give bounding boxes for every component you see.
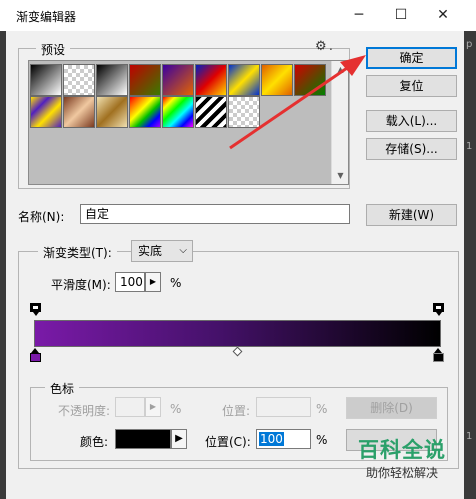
smoothness-unit: % bbox=[170, 276, 182, 290]
name-input[interactable]: 自定 bbox=[80, 204, 350, 224]
gradient-type-label: 渐变类型(T): bbox=[38, 244, 117, 261]
scroll-up-icon[interactable]: ▲ bbox=[332, 61, 349, 78]
gradient-preset-swatch[interactable] bbox=[96, 96, 128, 128]
save-button[interactable]: 存储(S)... bbox=[366, 138, 457, 160]
background-app-right: p 1 1 bbox=[464, 31, 476, 499]
gradient-preset-swatch[interactable] bbox=[195, 96, 227, 128]
color-menu-arrow-icon[interactable]: ▶ bbox=[171, 429, 187, 449]
opacity-stop-right[interactable] bbox=[433, 303, 444, 316]
smoothness-label: 平滑度(M): bbox=[51, 278, 111, 292]
delete-opacity-stop-button: 删除(D) bbox=[346, 397, 437, 419]
chevron-down-icon: ⌵ bbox=[179, 245, 187, 256]
opacity-position-label: 位置: bbox=[222, 404, 251, 418]
gradient-preset-swatch[interactable] bbox=[30, 64, 62, 96]
load-button[interactable]: 载入(L)... bbox=[366, 110, 457, 132]
color-stops-legend: 色标 bbox=[45, 380, 80, 397]
reset-button[interactable]: 复位 bbox=[366, 75, 457, 97]
gradient-bar[interactable] bbox=[34, 320, 441, 347]
color-position-label: 位置(C): bbox=[205, 435, 251, 449]
minimize-button[interactable]: ─ bbox=[336, 0, 382, 31]
presets-scrollbar[interactable]: ▲ ▼ bbox=[331, 61, 348, 184]
title-bar: 渐变编辑器 ─ ☐ ✕ bbox=[0, 0, 476, 31]
gradient-preset-swatch[interactable] bbox=[129, 96, 161, 128]
gradient-type-value: 实底 bbox=[138, 244, 163, 258]
gear-icon[interactable]: ⚙ bbox=[315, 39, 327, 54]
watermark-subtitle: 助你轻松解决 bbox=[365, 466, 438, 480]
window-title: 渐变编辑器 bbox=[16, 10, 77, 24]
opacity-position-unit: % bbox=[316, 402, 328, 416]
gradient-preset-swatch[interactable] bbox=[162, 96, 194, 128]
opacity-stepper: ▶ bbox=[145, 397, 161, 417]
gradient-preset-swatch[interactable] bbox=[294, 64, 326, 96]
gradient-type-select[interactable]: 实底 ⌵ bbox=[131, 240, 193, 262]
color-position-value: 100 bbox=[259, 432, 284, 446]
gradient-preset-swatch[interactable] bbox=[129, 64, 161, 96]
opacity-label: 不透明度: bbox=[58, 404, 111, 418]
opacity-position-input bbox=[256, 397, 311, 417]
name-label: 名称(N): bbox=[18, 210, 65, 224]
background-app-left bbox=[0, 31, 6, 499]
gradient-preset-swatch[interactable] bbox=[228, 96, 260, 128]
color-swatch[interactable] bbox=[115, 429, 171, 449]
gradient-preset-swatch[interactable] bbox=[63, 96, 95, 128]
gear-menu-caret[interactable]: . bbox=[329, 39, 333, 53]
ok-button[interactable]: 确定 bbox=[366, 47, 457, 69]
color-stop-left[interactable] bbox=[30, 348, 41, 362]
maximize-button[interactable]: ☐ bbox=[378, 0, 424, 31]
gradient-preset-swatch[interactable] bbox=[261, 64, 293, 96]
gradient-preset-swatch[interactable] bbox=[96, 64, 128, 96]
opacity-stop-left[interactable] bbox=[30, 303, 41, 316]
color-label: 颜色: bbox=[80, 435, 109, 449]
opacity-input bbox=[115, 397, 145, 417]
gradient-preset-swatch[interactable] bbox=[63, 64, 95, 96]
gradient-preset-swatch[interactable] bbox=[30, 96, 62, 128]
gradient-preset-swatch[interactable] bbox=[228, 64, 260, 96]
opacity-unit: % bbox=[170, 402, 182, 416]
presets-list[interactable]: ▲ ▼ bbox=[28, 60, 349, 185]
close-button[interactable]: ✕ bbox=[420, 0, 466, 31]
smoothness-stepper[interactable]: ▶ bbox=[145, 272, 161, 292]
watermark-logo: 百科全说 助你轻松解决 bbox=[340, 436, 464, 494]
color-stop-right[interactable] bbox=[433, 348, 444, 362]
scroll-down-icon[interactable]: ▼ bbox=[332, 167, 349, 184]
new-button[interactable]: 新建(W) bbox=[366, 204, 457, 226]
gradient-preset-swatch[interactable] bbox=[195, 64, 227, 96]
watermark-title: 百科全说 bbox=[358, 438, 446, 462]
gradient-preset-swatch[interactable] bbox=[162, 64, 194, 96]
color-position-input[interactable]: 100 bbox=[256, 429, 311, 449]
smoothness-input[interactable]: 100 bbox=[115, 272, 145, 292]
presets-legend: 预设 bbox=[36, 41, 71, 58]
color-position-unit: % bbox=[316, 433, 328, 447]
